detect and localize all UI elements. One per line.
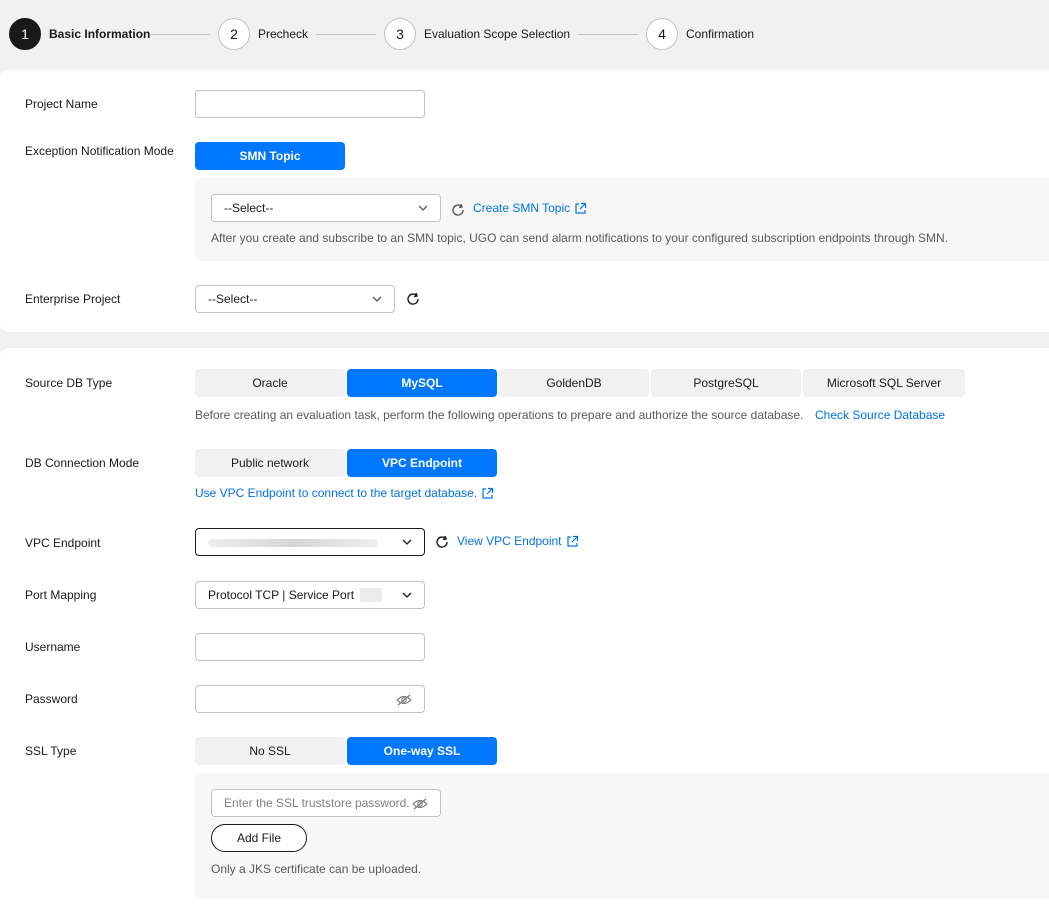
eye-hidden-icon[interactable] bbox=[412, 797, 428, 811]
smn-topic-select[interactable]: --Select-- bbox=[211, 194, 441, 222]
db-connection-mode-selector: Public network VPC Endpoint bbox=[195, 449, 497, 477]
chevron-down-icon bbox=[372, 296, 382, 302]
step-connector bbox=[578, 34, 638, 35]
ssl-type-label: SSL Type bbox=[25, 744, 77, 758]
smn-select-value: --Select-- bbox=[224, 201, 274, 215]
wizard-stepper: 1 Basic Information 2 Precheck 3 Evaluat… bbox=[0, 0, 1049, 70]
ssl-truststore-password-input[interactable]: Enter the SSL truststore password. bbox=[211, 789, 441, 817]
step-confirmation[interactable]: 4 Confirmation bbox=[646, 18, 754, 50]
eye-hidden-icon[interactable] bbox=[396, 693, 412, 707]
step-label: Precheck bbox=[258, 27, 309, 41]
step-number: 2 bbox=[218, 18, 250, 50]
ssl-password-placeholder: Enter the SSL truststore password. bbox=[224, 796, 410, 810]
db-connection-mode-label: DB Connection Mode bbox=[25, 456, 140, 470]
password-label: Password bbox=[25, 692, 78, 706]
chevron-down-icon bbox=[418, 205, 428, 211]
conn-mode-vpc-endpoint[interactable]: VPC Endpoint bbox=[347, 449, 497, 477]
port-mapping-select[interactable]: Protocol TCP | Service Port bbox=[195, 581, 425, 609]
smn-subpanel: --Select-- Create SMN Topic After you cr… bbox=[195, 178, 1049, 261]
enterprise-project-label: Enterprise Project bbox=[25, 292, 121, 306]
vpc-endpoint-label: VPC Endpoint bbox=[25, 536, 101, 550]
step-precheck[interactable]: 2 Precheck bbox=[218, 18, 308, 50]
external-link-icon bbox=[566, 535, 578, 547]
vpc-endpoint-select[interactable] bbox=[195, 528, 425, 556]
db-type-mysql[interactable]: MySQL bbox=[347, 369, 497, 397]
chevron-down-icon bbox=[402, 539, 412, 545]
ssl-type-selector: No SSL One-way SSL bbox=[195, 737, 497, 765]
port-mapping-label: Port Mapping bbox=[25, 588, 97, 602]
create-smn-topic-link[interactable]: Create SMN Topic bbox=[473, 201, 587, 215]
create-smn-topic-text: Create SMN Topic bbox=[473, 201, 571, 215]
ssl-certificate-hint: Only a JKS certificate can be uploaded. bbox=[211, 862, 422, 876]
step-number: 3 bbox=[384, 18, 416, 50]
smn-topic-button[interactable]: SMN Topic bbox=[195, 142, 345, 170]
ssl-type-one-way[interactable]: One-way SSL bbox=[347, 737, 497, 765]
smn-hint-text: After you create and subscribe to an SMN… bbox=[211, 231, 949, 245]
conn-mode-public-network[interactable]: Public network bbox=[195, 449, 345, 477]
external-link-icon bbox=[482, 487, 494, 499]
step-basic-information[interactable]: 1 Basic Information bbox=[9, 18, 150, 50]
enterprise-select-value: --Select-- bbox=[208, 292, 258, 306]
step-label: Basic Information bbox=[49, 27, 151, 41]
refresh-icon[interactable] bbox=[405, 291, 421, 307]
password-input[interactable] bbox=[195, 685, 425, 713]
enterprise-project-select[interactable]: --Select-- bbox=[195, 285, 395, 313]
db-type-goldendb[interactable]: GoldenDB bbox=[499, 369, 649, 397]
ssl-type-no-ssl[interactable]: No SSL bbox=[195, 737, 345, 765]
view-vpc-endpoint-link[interactable]: View VPC Endpoint bbox=[457, 534, 579, 548]
check-source-database-link[interactable]: Check Source Database bbox=[815, 408, 945, 422]
add-file-button[interactable]: Add File bbox=[211, 824, 307, 852]
project-name-label: Project Name bbox=[25, 97, 98, 111]
db-type-oracle[interactable]: Oracle bbox=[195, 369, 345, 397]
view-vpc-endpoint-text: View VPC Endpoint bbox=[457, 534, 562, 548]
db-type-hint: Before creating an evaluation task, perf… bbox=[195, 408, 804, 422]
step-connector bbox=[316, 34, 376, 35]
step-number: 1 bbox=[9, 18, 41, 50]
source-db-panel: Source DB Type Oracle MySQL GoldenDB Pos… bbox=[0, 348, 1049, 917]
exception-notification-mode-label: Exception Notification Mode bbox=[25, 144, 174, 158]
username-input[interactable] bbox=[195, 633, 425, 661]
db-type-sqlserver[interactable]: Microsoft SQL Server bbox=[803, 369, 965, 397]
port-mapping-value: Protocol TCP | Service Port bbox=[208, 588, 355, 602]
chevron-down-icon bbox=[402, 592, 412, 598]
step-number: 4 bbox=[646, 18, 678, 50]
refresh-icon[interactable] bbox=[450, 202, 466, 218]
vpc-endpoint-help-text: Use VPC Endpoint to connect to the targe… bbox=[195, 486, 478, 500]
vpc-endpoint-help-link[interactable]: Use VPC Endpoint to connect to the targe… bbox=[195, 486, 494, 500]
project-name-input[interactable] bbox=[195, 90, 425, 118]
vpc-endpoint-value-redacted bbox=[208, 539, 378, 547]
step-connector bbox=[150, 34, 210, 35]
source-db-type-selector: Oracle MySQL GoldenDB PostgreSQL Microso… bbox=[195, 369, 965, 397]
external-link-icon bbox=[575, 202, 587, 214]
db-type-postgresql[interactable]: PostgreSQL bbox=[651, 369, 801, 397]
step-evaluation-scope[interactable]: 3 Evaluation Scope Selection bbox=[384, 18, 570, 50]
step-label: Evaluation Scope Selection bbox=[424, 27, 571, 41]
step-label: Confirmation bbox=[686, 27, 755, 41]
basic-info-panel: Project Name Exception Notification Mode… bbox=[0, 70, 1049, 332]
username-label: Username bbox=[25, 640, 81, 654]
ssl-subpanel: Enter the SSL truststore password. Add F… bbox=[195, 773, 1049, 899]
source-db-type-label: Source DB Type bbox=[25, 376, 113, 390]
refresh-icon[interactable] bbox=[434, 534, 450, 550]
service-port-redacted bbox=[360, 588, 383, 602]
